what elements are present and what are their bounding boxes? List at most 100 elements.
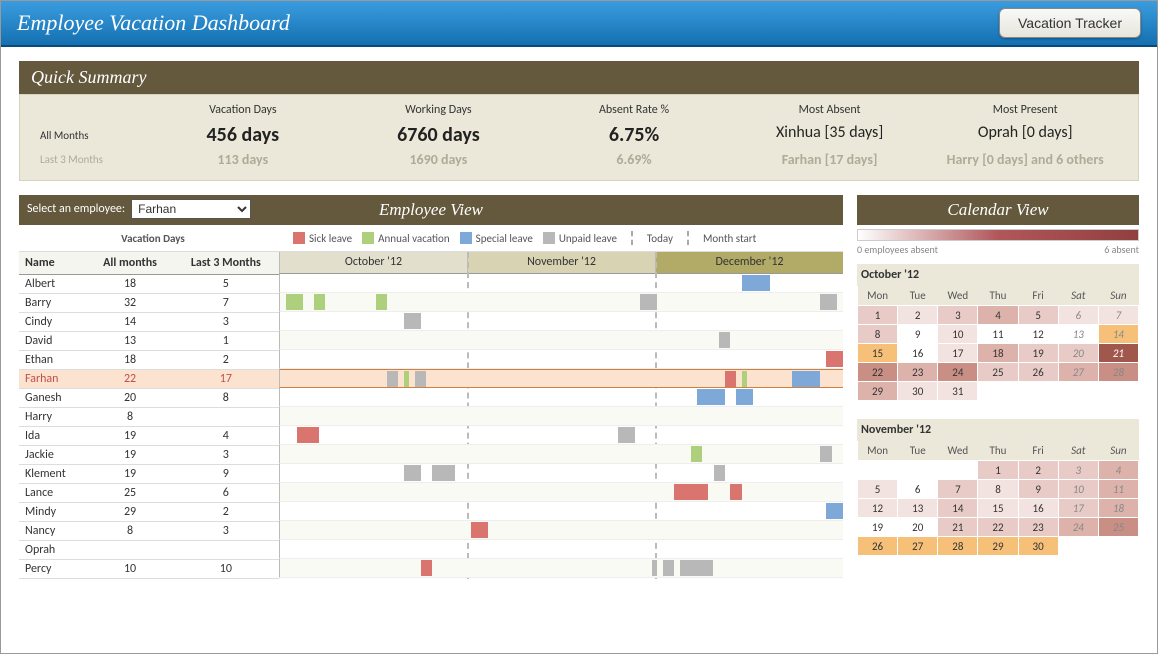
table-row[interactable]: Ethan182 <box>19 351 279 370</box>
qs-l3-present: Harry [0 days] and 6 others <box>932 149 1118 170</box>
qs-col-working: Working Days <box>346 103 532 121</box>
qs-col-vacation: Vacation Days <box>150 103 336 121</box>
table-row[interactable]: Jackie193 <box>19 446 279 465</box>
legend-row: Vacation Days Sick leave Annual vacation… <box>19 225 843 252</box>
table-row[interactable]: Oprah <box>19 541 279 560</box>
gantt-row <box>279 445 843 464</box>
legend-sick: Sick leave <box>309 232 352 245</box>
scale-max-label: 6 absent <box>1104 243 1139 256</box>
qs-l3-rate: 6.69% <box>541 149 727 170</box>
calendar-dow: Sat <box>1058 286 1098 306</box>
header-bar: Employee Vacation Dashboard Vacation Tra… <box>1 1 1157 47</box>
calendar-dow: Thu <box>978 286 1018 306</box>
table-row[interactable]: Barry327 <box>19 294 279 313</box>
gantt-bar <box>432 465 455 481</box>
table-row[interactable]: Ida194 <box>19 427 279 446</box>
calendar-oct-title: October '12 <box>857 264 1139 286</box>
table-row[interactable]: Farhan2217 <box>19 370 279 389</box>
qs-all-present: Oprah [0 days] <box>932 121 1118 149</box>
legend-divider-icon <box>631 231 633 245</box>
swatch-unpaid-icon <box>543 232 555 244</box>
gantt-row <box>279 350 843 369</box>
gantt-row <box>279 521 843 540</box>
table-row[interactable]: Percy1010 <box>19 560 279 579</box>
vacation-tracker-button[interactable]: Vacation Tracker <box>999 8 1141 38</box>
table-row[interactable]: Klement199 <box>19 465 279 484</box>
calendar-dow: Fri <box>1018 441 1058 461</box>
gantt-bar <box>697 389 725 405</box>
col-name: Name <box>19 252 87 275</box>
table-row[interactable]: Albert185 <box>19 275 279 294</box>
table-row[interactable]: Lance256 <box>19 484 279 503</box>
qs-all-rate: 6.75% <box>541 121 727 149</box>
table-row[interactable]: Mindy292 <box>19 503 279 522</box>
legend-today: Today <box>647 232 673 245</box>
table-row[interactable]: Ganesh208 <box>19 389 279 408</box>
gantt-bar <box>742 371 748 387</box>
calendar-view-header: Calendar View <box>857 195 1139 225</box>
gantt-bar <box>376 294 387 310</box>
gantt-bar <box>742 275 770 291</box>
gantt-bar <box>286 294 303 310</box>
swatch-annual-icon <box>362 232 374 244</box>
employee-view-title: Employee View <box>379 200 483 219</box>
qs-all-vacation: 456 days <box>150 121 336 149</box>
gantt-bar <box>404 465 421 481</box>
gantt-bar <box>663 560 674 576</box>
gantt-bar <box>421 560 432 576</box>
gantt-bar <box>719 332 730 348</box>
qs-all-working: 6760 days <box>346 121 532 149</box>
gantt-row <box>279 426 843 445</box>
calendar-dow: Sun <box>1098 441 1138 461</box>
gantt-row <box>279 502 843 521</box>
gantt-bar <box>792 371 820 387</box>
gantt-bar <box>415 371 426 387</box>
col-l3: Last 3 Months <box>173 252 279 275</box>
gantt-bar <box>714 465 725 481</box>
gantt-row <box>279 388 843 407</box>
qs-row-l3-label: Last 3 Months <box>40 153 140 166</box>
calendar-dow: Mon <box>858 286 898 306</box>
legend-month-start: Month start <box>703 232 756 245</box>
legend-divider-icon <box>687 231 689 245</box>
gantt-row <box>279 559 843 578</box>
calendar-dow: Tue <box>898 286 938 306</box>
calendar-dow: Wed <box>938 441 978 461</box>
gantt-month-oct: October '12 <box>279 252 467 274</box>
swatch-special-icon <box>460 232 472 244</box>
gantt-chart: October '12 November '12 December '12 <box>279 252 843 579</box>
employee-select[interactable]: Farhan <box>131 199 251 219</box>
qs-l3-vacation: 113 days <box>150 149 336 170</box>
table-row[interactable]: Harry8 <box>19 408 279 427</box>
legend-annual: Annual vacation <box>378 232 450 245</box>
gantt-row <box>279 274 843 293</box>
gantt-bar <box>680 560 714 576</box>
qs-l3-working: 1690 days <box>346 149 532 170</box>
qs-all-absent: Xinhua [35 days] <box>737 121 923 149</box>
calendar-dow: Tue <box>898 441 938 461</box>
gantt-bar <box>387 371 398 387</box>
swatch-sick-icon <box>293 232 305 244</box>
table-row[interactable]: Nancy83 <box>19 522 279 541</box>
gantt-bar <box>652 560 658 576</box>
gantt-bar <box>314 294 325 310</box>
calendar-dow: Sun <box>1098 286 1138 306</box>
absence-heatmap-scale <box>857 229 1139 241</box>
gantt-bar <box>691 446 702 462</box>
table-row[interactable]: David131 <box>19 332 279 351</box>
table-row[interactable]: Cindy143 <box>19 313 279 332</box>
qs-l3-absent: Farhan [17 days] <box>737 149 923 170</box>
gantt-month-nov: November '12 <box>467 252 655 274</box>
gantt-row <box>279 312 843 331</box>
calendar-dow: Sat <box>1058 441 1098 461</box>
gantt-row <box>279 464 843 483</box>
gantt-bar <box>404 313 421 329</box>
gantt-bar <box>640 294 657 310</box>
col-all: All months <box>87 252 172 275</box>
calendar-nov-title: November '12 <box>857 419 1139 441</box>
gantt-row <box>279 483 843 502</box>
scale-min-label: 0 employees absent <box>857 243 938 256</box>
gantt-bar <box>826 503 843 519</box>
gantt-bar <box>471 522 488 538</box>
gantt-bar <box>820 294 837 310</box>
